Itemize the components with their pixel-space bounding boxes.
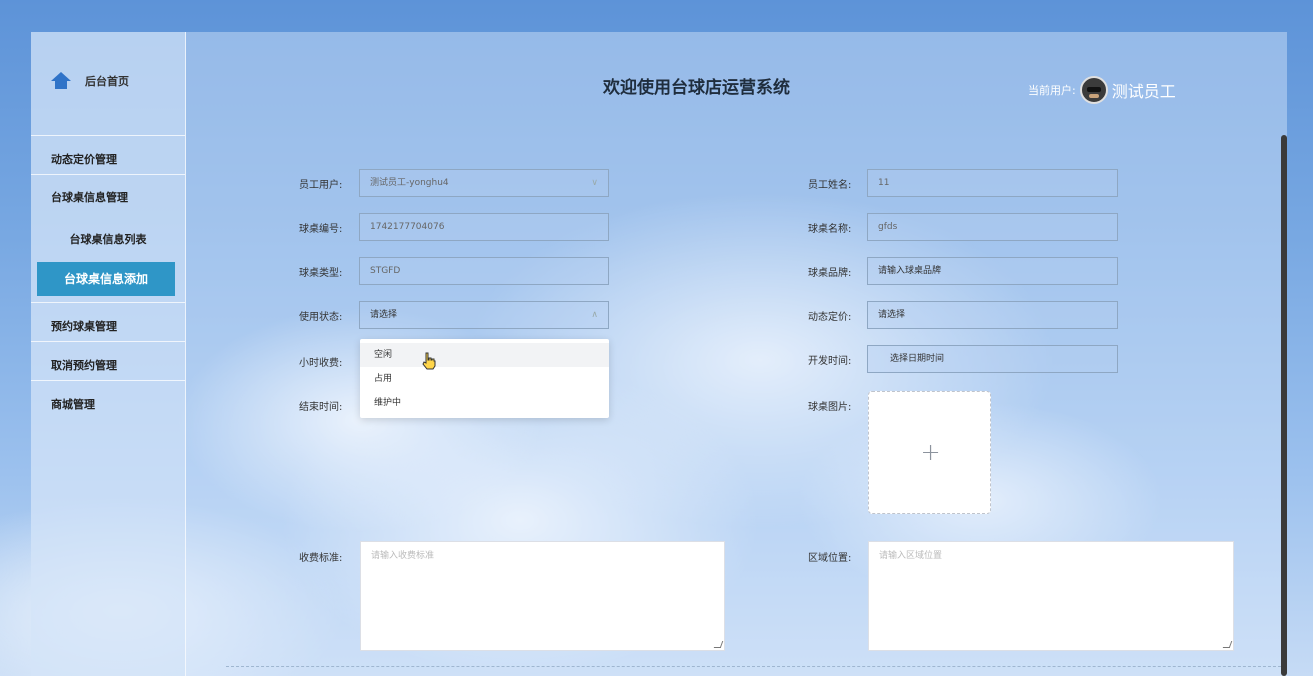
open-time-picker[interactable]: 选择日期时间: [867, 345, 1118, 373]
sidebar-item-mall[interactable]: 商城管理: [51, 396, 95, 412]
usage-status-value: 请选择: [370, 310, 398, 320]
table-brand-label: 球桌品牌:: [808, 268, 852, 279]
sidebar-divider: [31, 302, 185, 303]
table-no-field[interactable]: 1742177704076: [359, 213, 609, 241]
dynamic-price-select[interactable]: 请选择: [867, 301, 1118, 329]
current-user-name: 测试员工: [1111, 82, 1176, 101]
table-name-field[interactable]: gfds: [867, 213, 1118, 241]
hand-pointer-icon: [422, 352, 436, 370]
sidebar-subitem-table-add[interactable]: 台球桌信息添加: [37, 262, 175, 296]
chevron-up-icon: ∧: [591, 310, 598, 320]
resize-handle-icon[interactable]: [1222, 641, 1233, 648]
dynamic-price-label: 动态定价:: [808, 312, 852, 323]
table-no-label: 球桌编号:: [299, 224, 343, 235]
image-upload[interactable]: +: [868, 391, 991, 514]
sidebar-divider: [31, 174, 185, 175]
open-time-label: 开发时间:: [808, 356, 852, 367]
sidebar-item-table-info[interactable]: 台球桌信息管理: [51, 189, 128, 205]
status-option[interactable]: 占用: [360, 367, 609, 391]
chevron-down-icon: ∨: [591, 178, 598, 188]
sidebar-item-dynamic-pricing[interactable]: 动态定价管理: [51, 151, 117, 167]
area-location-textarea[interactable]: 请输入区域位置: [868, 541, 1234, 651]
table-type-field[interactable]: STGFD: [359, 257, 609, 285]
employee-user-label: 员工用户:: [299, 180, 343, 191]
current-user-label: 当前用户:: [1028, 84, 1076, 97]
avatar[interactable]: [1079, 76, 1108, 104]
sidebar-item-cancel-reservations[interactable]: 取消预约管理: [51, 357, 117, 373]
employee-user-select[interactable]: 测试员工-yonghu4 ∨: [359, 169, 609, 197]
sidebar-home-label: 后台首页: [85, 75, 129, 88]
area-location-label: 区域位置:: [808, 553, 852, 564]
status-option[interactable]: 维护中: [360, 391, 609, 415]
table-brand-field[interactable]: 请输入球桌品牌: [867, 257, 1118, 285]
table-type-label: 球桌类型:: [299, 268, 343, 279]
employee-name-field[interactable]: 11: [867, 169, 1118, 197]
status-dropdown: 空闲 占用 维护中: [360, 339, 609, 418]
scrollbar[interactable]: [1281, 135, 1287, 676]
fee-standard-textarea[interactable]: 请输入收费标准: [360, 541, 725, 651]
sidebar-subitem-table-list[interactable]: 台球桌信息列表: [31, 231, 185, 247]
sidebar-item-reservations[interactable]: 预约球桌管理: [51, 318, 117, 334]
end-time-label: 结束时间:: [299, 402, 343, 413]
employee-user-value: 测试员工-yonghu4: [370, 178, 449, 188]
status-option[interactable]: 空闲: [360, 343, 609, 367]
fee-standard-placeholder: 请输入收费标准: [371, 551, 435, 561]
sidebar: 后台首页 动态定价管理 台球桌信息管理 台球桌信息列表 台球桌信息添加 预约球桌…: [31, 32, 186, 676]
home-icon: [51, 72, 71, 90]
current-user: 当前用户: 测试员工: [1028, 76, 1176, 104]
page-title: 欢迎使用台球店运营系统: [603, 78, 790, 98]
usage-status-select[interactable]: 请选择 ∧: [359, 301, 609, 329]
fee-standard-label: 收费标准:: [299, 553, 343, 564]
divider: [226, 666, 1286, 667]
area-location-placeholder: 请输入区域位置: [879, 551, 943, 561]
hourly-fee-label: 小时收费:: [299, 358, 343, 369]
sidebar-divider: [31, 341, 185, 342]
plus-icon: +: [920, 438, 941, 466]
usage-status-label: 使用状态:: [299, 312, 343, 323]
sidebar-divider: [31, 135, 185, 136]
sidebar-divider: [31, 380, 185, 381]
employee-name-label: 员工姓名:: [808, 180, 852, 191]
table-image-label: 球桌图片:: [808, 402, 852, 413]
sidebar-home[interactable]: 后台首页: [51, 72, 129, 90]
table-name-label: 球桌名称:: [808, 224, 852, 235]
resize-handle-icon[interactable]: [713, 641, 724, 648]
